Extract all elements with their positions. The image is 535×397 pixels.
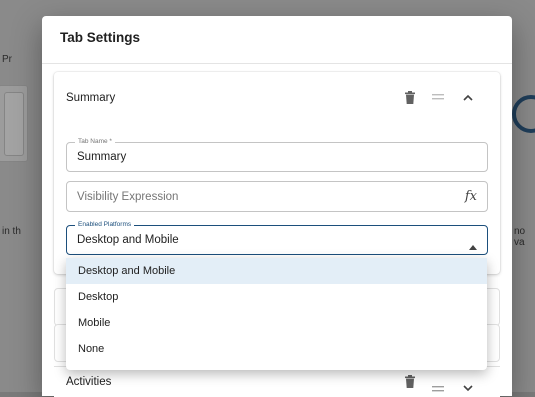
dropdown-option-mobile[interactable]: Mobile: [66, 310, 487, 336]
function-icon[interactable]: fx: [465, 189, 477, 204]
drag-handle-icon[interactable]: [430, 88, 446, 106]
background-text: in th: [2, 226, 21, 237]
background-card: [4, 92, 24, 156]
platforms-dropdown-menu: Desktop and Mobile Desktop Mobile None: [66, 258, 487, 370]
delete-icon[interactable]: [402, 88, 418, 106]
tab-section-summary: Summary Tab Name * Summary Visibility Ex…: [54, 72, 500, 274]
visibility-expression-placeholder: Visibility Expression: [77, 191, 179, 203]
dropdown-option-none[interactable]: None: [66, 336, 487, 362]
enabled-platforms-label: Enabled Platforms: [75, 220, 135, 230]
tab-section-activities[interactable]: Activities: [54, 366, 500, 397]
dialog-title: Tab Settings: [60, 30, 141, 45]
drag-handle-icon[interactable]: [432, 379, 444, 397]
caret-up-icon: [469, 237, 477, 255]
tab-name-label: Tab Name *: [75, 137, 115, 147]
enabled-platforms-select[interactable]: Enabled Platforms Desktop and Mobile: [66, 220, 488, 255]
background-logo: [512, 95, 535, 133]
tab-name-field[interactable]: Tab Name * Summary: [66, 137, 488, 172]
chevron-down-icon[interactable]: [463, 379, 473, 397]
enabled-platforms-value: Desktop and Mobile: [77, 234, 179, 246]
dropdown-option-desktop-and-mobile[interactable]: Desktop and Mobile: [66, 258, 487, 284]
dropdown-option-desktop[interactable]: Desktop: [66, 284, 487, 310]
section-title: Activities: [66, 376, 112, 388]
dialog-divider: [42, 63, 512, 64]
background-tab-label: Pr: [2, 54, 12, 65]
visibility-expression-field[interactable]: Visibility Expression fx: [66, 181, 488, 212]
section-title: Summary: [66, 92, 116, 104]
tab-name-value: Summary: [77, 151, 127, 163]
delete-icon[interactable]: [405, 375, 415, 393]
chevron-up-icon[interactable]: [460, 88, 476, 106]
background-text: no va: [514, 226, 526, 248]
